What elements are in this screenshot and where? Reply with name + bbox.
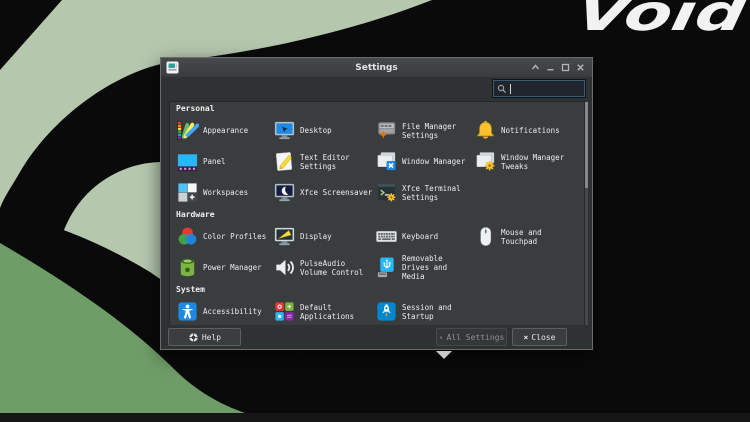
- pulseaudio-volume-icon: [273, 256, 296, 279]
- search-box[interactable]: [493, 80, 585, 97]
- power-manager-icon: [176, 256, 199, 279]
- minimize-button[interactable]: [546, 63, 555, 72]
- item-label: Accessibility: [203, 307, 273, 316]
- xfce-terminal-settings-icon: [375, 181, 398, 204]
- settings-items-panel: Personal Appearance: [169, 101, 585, 327]
- item-keyboard[interactable]: Keyboard: [375, 221, 474, 252]
- desktop-icon: [273, 119, 296, 142]
- window-manager-tweaks-icon: [474, 150, 497, 173]
- item-label: Desktop: [300, 126, 374, 135]
- item-pulseaudio-volume[interactable]: PulseAudio Volume Control: [273, 252, 375, 283]
- color-profiles-icon: [176, 225, 199, 248]
- close-button[interactable]: × Close: [512, 328, 567, 346]
- item-display[interactable]: Display: [273, 221, 375, 252]
- personal-grid: Appearance Desktop: [176, 115, 584, 208]
- item-xfce-screensaver[interactable]: Xfce Screensaver: [273, 177, 375, 208]
- item-label: Window Manager Tweaks: [501, 153, 575, 171]
- system-grid: Accessibility Default Applications: [176, 296, 584, 327]
- item-appearance[interactable]: Appearance: [176, 115, 273, 146]
- maximize-button[interactable]: [561, 63, 570, 72]
- removable-drives-icon: [375, 256, 398, 279]
- window-title: Settings: [161, 63, 592, 73]
- mouse-touchpad-icon: [474, 225, 497, 248]
- item-desktop[interactable]: Desktop: [273, 115, 375, 146]
- default-applications-icon: [273, 300, 296, 323]
- accessibility-icon: [176, 300, 199, 323]
- item-text-editor-settings[interactable]: Text Editor Settings: [273, 146, 375, 177]
- item-workspaces[interactable]: Workspaces: [176, 177, 273, 208]
- section-title-hardware: Hardware: [176, 210, 584, 221]
- workspaces-icon: [176, 181, 199, 204]
- item-label: Session and Startup: [402, 303, 474, 321]
- appearance-icon: [176, 119, 199, 142]
- close-label: Close: [531, 333, 555, 342]
- session-startup-icon: [375, 300, 398, 323]
- panel-icon: [176, 150, 199, 173]
- item-label: Keyboard: [402, 232, 474, 241]
- window-manager-icon: [375, 150, 398, 173]
- popup-pointer-arrow: [436, 351, 452, 359]
- notifications-icon: [474, 119, 497, 142]
- hardware-grid: Color Profiles Display: [176, 221, 584, 283]
- item-default-applications[interactable]: Default Applications: [273, 296, 375, 327]
- item-label: Text Editor Settings: [300, 153, 374, 171]
- help-button[interactable]: Help: [168, 328, 241, 346]
- item-accessibility[interactable]: Accessibility: [176, 296, 273, 327]
- item-window-manager[interactable]: Window Manager: [375, 146, 474, 177]
- item-label: Mouse and Touchpad: [501, 228, 575, 246]
- xfce-settings-window-icon: [166, 61, 179, 74]
- item-color-profiles[interactable]: Color Profiles: [176, 221, 273, 252]
- close-icon: ×: [524, 333, 529, 342]
- all-settings-label: All Settings: [447, 333, 505, 342]
- section-title-personal: Personal: [176, 104, 584, 115]
- item-session-startup[interactable]: Session and Startup: [375, 296, 474, 327]
- item-label: Removable Drives and Media: [402, 254, 474, 281]
- shade-button[interactable]: [531, 63, 540, 72]
- item-label: Notifications: [501, 126, 575, 135]
- display-icon: [273, 225, 296, 248]
- item-label: Color Profiles: [203, 232, 273, 241]
- item-label: Xfce Terminal Settings: [402, 184, 474, 202]
- file-manager-settings-icon: [375, 119, 398, 142]
- item-power-manager[interactable]: Power Manager: [176, 252, 273, 283]
- xfce-screensaver-icon: [273, 181, 296, 204]
- item-mouse-touchpad[interactable]: Mouse and Touchpad: [474, 221, 584, 252]
- item-notifications[interactable]: Notifications: [474, 115, 584, 146]
- all-settings-button[interactable]: ‹ All Settings: [436, 328, 507, 346]
- section-title-system: System: [176, 285, 584, 296]
- item-label: Workspaces: [203, 188, 273, 197]
- text-editor-settings-icon: [273, 150, 296, 173]
- item-label: PulseAudio Volume Control: [300, 259, 374, 277]
- item-label: Default Applications: [300, 303, 374, 321]
- item-file-manager-settings[interactable]: File Manager Settings: [375, 115, 474, 146]
- item-panel[interactable]: Panel: [176, 146, 273, 177]
- text-cursor: [510, 84, 511, 94]
- help-label: Help: [202, 333, 221, 342]
- search-icon: [497, 84, 507, 94]
- item-label: Xfce Screensaver: [300, 188, 374, 197]
- window-footer: Help ‹ All Settings × Close: [161, 325, 592, 349]
- help-icon: [188, 332, 199, 343]
- scrollbar-thumb[interactable]: [585, 102, 588, 188]
- void-brand-wordmark: Void: [571, 0, 750, 38]
- item-removable-drives[interactable]: Removable Drives and Media: [375, 252, 474, 283]
- item-label: Appearance: [203, 126, 273, 135]
- item-label: Panel: [203, 157, 273, 166]
- close-window-button[interactable]: [576, 63, 585, 72]
- keyboard-icon: [375, 225, 398, 248]
- window-titlebar[interactable]: Settings: [161, 58, 592, 77]
- item-xfce-terminal-settings[interactable]: Xfce Terminal Settings: [375, 177, 474, 208]
- item-label: Power Manager: [203, 263, 273, 272]
- item-label: Window Manager: [402, 157, 474, 166]
- item-window-manager-tweaks[interactable]: Window Manager Tweaks: [474, 146, 584, 177]
- scrollbar[interactable]: [585, 102, 588, 326]
- window-toolbar: [161, 77, 592, 101]
- search-input[interactable]: [514, 84, 581, 93]
- item-label: Display: [300, 232, 374, 241]
- settings-window: Settings Personal: [160, 57, 593, 350]
- chevron-left-icon: ‹: [439, 333, 444, 342]
- item-label: File Manager Settings: [402, 122, 474, 140]
